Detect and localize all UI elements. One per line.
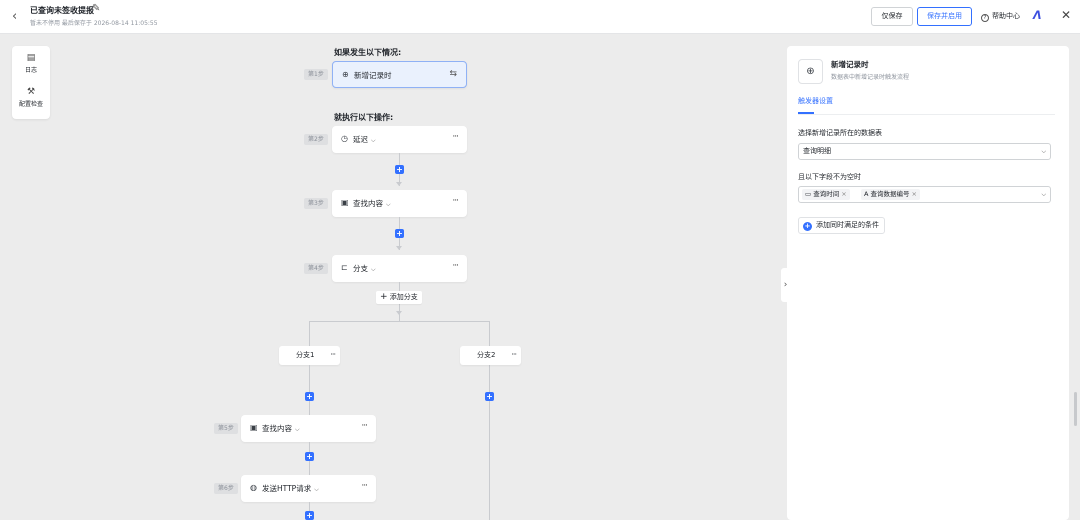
remove-tag-icon[interactable]: ×	[912, 190, 917, 198]
node-label: 延迟	[353, 135, 368, 144]
more-icon[interactable]: ···	[330, 345, 336, 364]
more-icon[interactable]: ···	[361, 421, 368, 431]
trigger-settings-panel: ⊕ 新增记录时 数据表中新增记录时触发流程 触发器设置 选择新增记录所在的数据表…	[787, 46, 1069, 520]
more-icon[interactable]: ···	[452, 261, 459, 271]
if-section-label: 如果发生以下情况:	[334, 48, 402, 57]
globe-icon: ◍	[250, 483, 257, 492]
help-icon: ?	[981, 14, 989, 22]
step-tag: 第5步	[214, 423, 238, 434]
fields-select[interactable]: ▭ 查询时间 × A 查询数据编号 × ⌵	[798, 186, 1051, 203]
search-doc-icon: ▣	[341, 198, 349, 207]
table-select-value: 查询明细	[803, 147, 831, 155]
node-label: 分支	[353, 264, 368, 273]
scrollbar[interactable]	[1074, 392, 1077, 426]
branch-split-line	[309, 321, 490, 322]
search-doc-icon: ▣	[250, 423, 258, 432]
more-icon[interactable]: ···	[452, 132, 459, 142]
step-tag: 第2步	[304, 134, 328, 145]
table-select-label: 选择新增记录所在的数据表	[798, 129, 882, 137]
save-and-enable-button[interactable]: 保存并启用	[917, 7, 972, 26]
trigger-node[interactable]: ⊕ 新增记录时 ⇆	[332, 61, 467, 88]
switch-icon[interactable]: ⇆	[449, 69, 457, 79]
connector	[309, 365, 310, 415]
arrow-down-icon	[396, 182, 402, 186]
chevron-down-icon: ⌵	[1041, 191, 1046, 198]
plus-circle-icon: +	[803, 222, 812, 231]
workflow-canvas[interactable]: 如果发生以下情况: 第1步 ⊕ 新增记录时 ⇆ 就执行以下操作: 第2步 ◷ 延…	[0, 35, 786, 520]
edit-title-icon[interactable]: ✎	[92, 3, 100, 14]
add-step-button[interactable]: +	[395, 165, 404, 174]
step-tag: 第1步	[304, 69, 328, 80]
add-branch-button[interactable]: + 添加分支	[376, 291, 422, 304]
back-icon[interactable]: ‹	[12, 9, 17, 24]
add-condition-button[interactable]: + 添加同时满足的条件	[798, 217, 885, 234]
help-center-link[interactable]: ? 帮助中心	[981, 11, 1020, 22]
chevron-down-icon[interactable]: ⌵	[386, 201, 391, 208]
find-content-node[interactable]: ▣ 查找内容 ⌵ ···	[332, 190, 467, 217]
more-icon[interactable]: ···	[361, 481, 368, 491]
node-label: 新增记录时	[354, 71, 392, 80]
workflow-title: 已查询未签收提报	[30, 6, 94, 15]
close-icon[interactable]: ✕	[1061, 8, 1071, 22]
field-tag: A 查询数据编号 ×	[861, 189, 920, 200]
add-circle-icon: ⊕	[798, 59, 823, 84]
chevron-down-icon[interactable]: ⌵	[295, 426, 300, 433]
field-tag: ▭ 查询时间 ×	[802, 189, 850, 200]
tab-trigger-settings[interactable]: 触发器设置	[798, 96, 833, 106]
node-label: 查找内容	[262, 424, 292, 433]
add-step-button[interactable]: +	[485, 392, 494, 401]
chevron-down-icon[interactable]: ⌵	[371, 137, 376, 144]
branch-2[interactable]: 分支2 ···	[460, 346, 521, 365]
add-step-button[interactable]: +	[305, 511, 314, 520]
clock-icon: ◷	[341, 134, 348, 143]
app-logo-icon: ᐱ	[1033, 9, 1042, 22]
add-branch-label: 添加分支	[389, 293, 418, 301]
panel-description: 数据表中新增记录时触发流程	[831, 74, 910, 81]
field-tag-label: 查询时间	[813, 190, 840, 198]
add-circle-icon: ⊕	[342, 70, 349, 79]
branch-1[interactable]: 分支1 ···	[279, 346, 340, 365]
branch-label: 分支2	[477, 351, 496, 359]
add-step-button[interactable]: +	[305, 392, 314, 401]
branch-icon: ⊏	[341, 263, 348, 272]
more-icon[interactable]: ···	[452, 196, 459, 206]
calendar-icon: ▭	[805, 190, 812, 198]
table-select[interactable]: 查询明细 ⌵	[798, 143, 1051, 160]
plus-icon: +	[380, 292, 388, 302]
chevron-down-icon[interactable]: ⌵	[314, 486, 319, 493]
node-label: 查找内容	[353, 199, 383, 208]
find-content-node[interactable]: ▣ 查找内容 ⌵ ···	[241, 415, 376, 442]
branch-label: 分支1	[296, 351, 315, 359]
add-step-button[interactable]: +	[305, 452, 314, 461]
chevron-down-icon: ⌵	[1041, 148, 1046, 155]
top-header: ‹ 已查询未签收提报 ✎ 暂未不停用 最后保存于 2026-08-14 11:0…	[0, 0, 1080, 34]
save-only-button[interactable]: 仅保存	[871, 7, 913, 26]
save-status: 暂未不停用 最后保存于 2026-08-14 11:05:55	[30, 20, 158, 27]
arrow-down-icon	[396, 311, 402, 315]
more-icon[interactable]: ···	[511, 345, 517, 364]
panel-title: 新增记录时	[831, 60, 869, 69]
branch-node[interactable]: ⊏ 分支 ⌵ ···	[332, 255, 467, 282]
fields-label: 且以下字段不为空时	[798, 173, 861, 181]
step-tag: 第4步	[304, 263, 328, 274]
then-section-label: 就执行以下操作:	[334, 113, 394, 122]
chevron-down-icon[interactable]: ⌵	[371, 266, 376, 273]
http-request-node[interactable]: ◍ 发送HTTP请求 ⌵ ···	[241, 475, 376, 502]
delay-node[interactable]: ◷ 延迟 ⌵ ···	[332, 126, 467, 153]
help-center-label: 帮助中心	[992, 12, 1020, 20]
divider	[798, 114, 1055, 115]
connector	[309, 321, 310, 347]
step-tag: 第3步	[304, 198, 328, 209]
text-field-icon: A	[864, 190, 869, 198]
field-tag-label: 查询数据编号	[870, 190, 910, 198]
arrow-down-icon	[396, 246, 402, 250]
remove-tag-icon[interactable]: ×	[841, 190, 846, 198]
node-label: 发送HTTP请求	[262, 484, 312, 493]
add-step-button[interactable]: +	[395, 229, 404, 238]
add-condition-label: 添加同时满足的条件	[816, 221, 879, 229]
step-tag: 第6步	[214, 483, 238, 494]
